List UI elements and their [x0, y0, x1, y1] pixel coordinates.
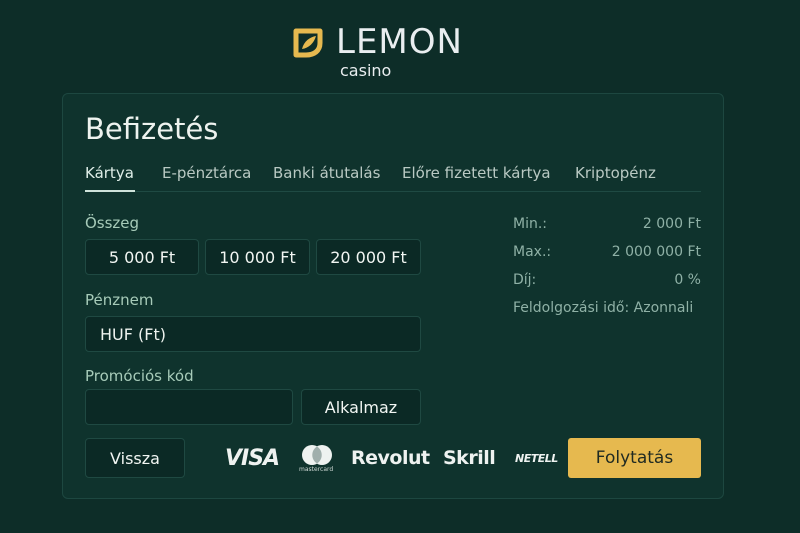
mastercard-text: mastercard: [299, 466, 334, 473]
tab-prepaid-card[interactable]: Előre fizetett kártya: [402, 164, 551, 182]
promo-code-input[interactable]: [85, 389, 293, 425]
page-title: Befizetés: [85, 112, 219, 146]
promo-label: Promóciós kód: [85, 367, 194, 385]
currency-select[interactable]: HUF (Ft): [85, 316, 421, 352]
tab-e-wallet[interactable]: E-pénztárca: [162, 164, 251, 182]
payment-logos: VISA mastercard Revolut Skrill NETELL: [223, 444, 558, 476]
brand-sub: casino: [340, 61, 392, 80]
visa-logo: VISA: [225, 446, 280, 471]
tab-card[interactable]: Kártya: [85, 164, 134, 182]
fee-label: Díj:: [513, 272, 537, 288]
back-button[interactable]: Vissza: [85, 438, 185, 478]
apply-promo-button[interactable]: Alkalmaz: [301, 389, 421, 425]
mastercard-logo: mastercard: [299, 444, 335, 476]
min-label: Min.:: [513, 216, 548, 232]
max-value: 2 000 000 Ft: [611, 244, 701, 260]
deposit-card: Befizetés Kártya E-pénztárca Banki átuta…: [62, 93, 724, 499]
payment-method-tabs: Kártya E-pénztárca Banki átutalás Előre …: [85, 164, 701, 192]
amount-option-5000[interactable]: 5 000 Ft: [85, 239, 199, 275]
currency-label: Pénznem: [85, 291, 154, 309]
max-label: Max.:: [513, 244, 552, 260]
mastercard-icon: [302, 445, 332, 465]
amount-option-10000[interactable]: 10 000 Ft: [205, 239, 310, 275]
min-value: 2 000 Ft: [642, 216, 701, 232]
active-tab-indicator: [85, 190, 135, 192]
brand-name: LEMON: [336, 22, 463, 62]
lemon-leaf-icon: [293, 28, 323, 58]
revolut-logo: Revolut: [351, 447, 430, 469]
fee-value: 0 %: [674, 272, 701, 288]
amount-option-20000[interactable]: 20 000 Ft: [316, 239, 421, 275]
tab-crypto[interactable]: Kriptopénz: [575, 164, 656, 182]
neteller-logo: NETELL: [515, 452, 558, 465]
amount-label: Összeg: [85, 214, 140, 232]
skrill-logo: Skrill: [443, 447, 496, 469]
processing-time: Feldolgozási idő: Azonnali: [513, 300, 694, 316]
lemon-casino-logo: LEMON casino: [290, 22, 490, 80]
continue-button[interactable]: Folytatás: [568, 438, 701, 478]
tab-bank-transfer[interactable]: Banki átutalás: [273, 164, 380, 182]
